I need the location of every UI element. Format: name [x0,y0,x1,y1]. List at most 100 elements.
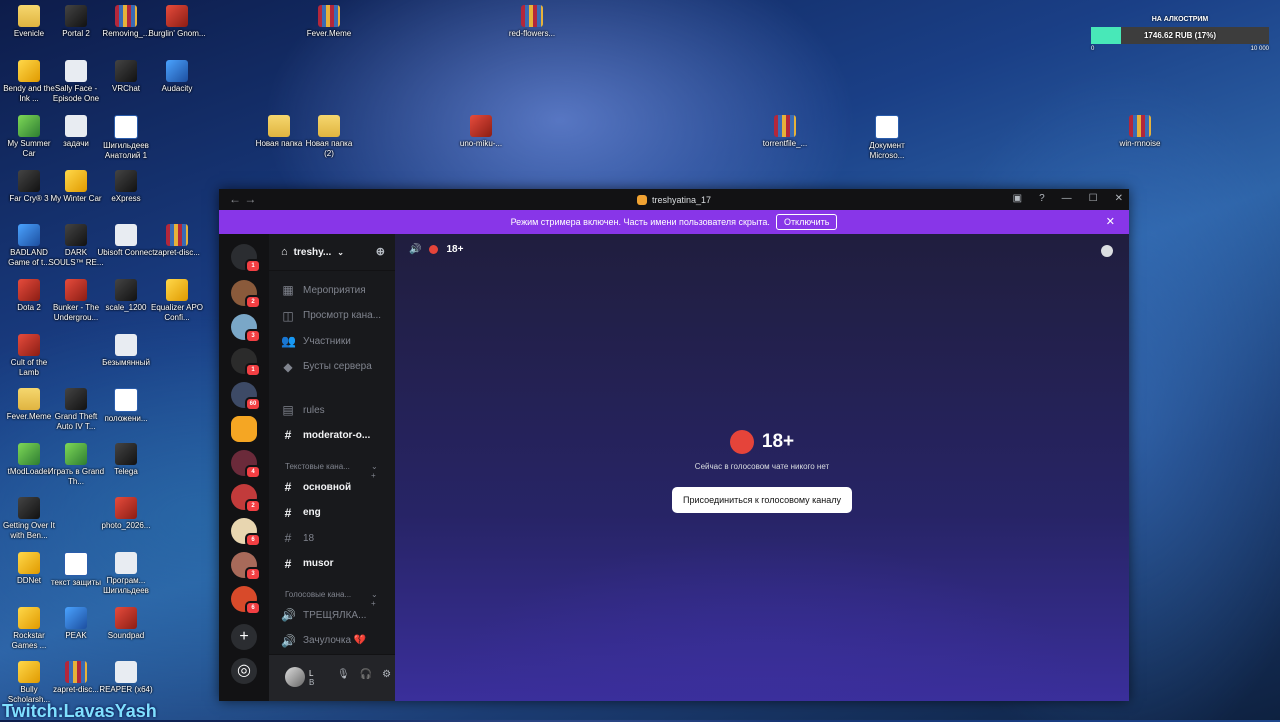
discord-home-icon[interactable]: 1 [231,244,261,273]
guild-header[interactable]: ⌂ treshy... ⌄ ⊕ [269,234,395,271]
desktop-icon-label: Soundpad [107,631,145,640]
server-icon[interactable]: 3 [231,552,261,581]
desktop-icon-label: photo_2026... [101,521,151,530]
channel-item[interactable]: # eng [281,506,321,520]
desktop-icon[interactable]: eXpress [97,170,155,204]
desktop-icon-label: Removing_... [102,29,150,38]
add-channel-icon[interactable]: ⌄ + [371,590,378,608]
desktop-icon-label: Програм... Шигильдеев [103,576,149,595]
help-icon[interactable]: ? [1039,193,1045,204]
menu-item[interactable]: ◫ Просмотр кана... [281,309,381,323]
app-icon [318,115,340,137]
server-icon[interactable]: 2 [231,484,261,513]
app-icon [65,115,87,137]
server-icon[interactable]: 1 [231,348,261,377]
app-icon [18,224,40,246]
desktop-icon[interactable]: положени... [97,388,155,424]
chat-icon[interactable] [1101,245,1113,257]
channel-item[interactable]: # основной [281,480,351,494]
desktop-icon[interactable]: photo_2026... [97,497,155,531]
maximize-button[interactable]: ☐ [1089,193,1098,204]
menu-item[interactable]: ◆ Бусты сервера [281,360,371,374]
app-icon [115,224,137,246]
app-icon [18,497,40,519]
desktop-icon[interactable]: Ubisoft Connect [97,224,155,258]
desktop-icon[interactable]: scale_1200 [97,279,155,313]
desktop-icon[interactable]: Новая папка (2) [300,115,358,159]
add-channel-icon[interactable]: ⌄ + [371,462,378,480]
desktop-icon[interactable]: Програм... Шигильдеев [97,552,155,596]
desktop-icon[interactable]: uno-miku-... [452,115,510,149]
desktop-icon[interactable]: Equalizer APO Confi... [148,279,206,323]
invite-icon[interactable]: ⊕ [376,245,385,258]
voice-channel-item[interactable]: 🔊 ТРЕЩЯЛКА... [281,608,366,622]
desktop-icon[interactable]: Getting Over It with Ben... [0,497,58,541]
add-server-button[interactable]: + [231,624,257,650]
app-icon [115,60,137,82]
app-icon [18,115,40,137]
desktop-icon[interactable]: Безымянный [97,334,155,368]
channel-rules[interactable]: ▤ rules [281,403,324,417]
join-voice-button[interactable]: Присоединиться к голосовому каналу [671,487,852,513]
desktop-icon[interactable]: Cult of the Lamb [0,334,58,378]
desktop-icon[interactable]: zapret-disc... [148,224,206,258]
app-icon [18,388,40,410]
channel-item[interactable]: #18 [281,531,314,545]
desktop-icon[interactable]: red-flowers... [503,5,561,39]
unread-badge: 60 [245,397,261,411]
desktop-icon[interactable]: Fever.Meme [300,5,358,39]
desktop-icon-label: VRChat [111,84,140,93]
channel-title: 18+ [446,244,464,255]
server-icon[interactable]: 3 [231,314,261,343]
avatar[interactable] [285,667,305,687]
title-bar: ← → treshyatina_17 ▣ ? — ☐ ✕ [219,189,1129,210]
unread-badge: 2 [245,295,261,309]
desktop-icon[interactable]: win-rnnoise [1111,115,1169,149]
category-text-channels[interactable]: Текстовые кана... ⌄ + [285,462,378,480]
desktop-icon-label: Telega [114,467,138,476]
app-icon [65,279,87,301]
menu-item[interactable]: 👥 Участники [281,334,351,348]
menu-item[interactable]: ▦ Мероприятия [281,283,365,297]
channel-emoji-icon [429,245,439,254]
category-label: Текстовые кана... [285,462,350,471]
app-icon [166,224,188,246]
rules-icon: ▤ [282,403,294,417]
channel-item[interactable]: # moderator-o... [281,428,371,442]
desktop-icon[interactable]: Removing_... [97,5,155,39]
channel-label: musor [303,558,334,569]
server-icon[interactable] [231,416,257,442]
voice-channel-name: 18+ [761,431,795,452]
headphones-icon[interactable]: 🎧 [360,669,372,680]
close-icon[interactable]: ✕ [1106,215,1115,228]
category-voice-channels[interactable]: Голосовые кана... ⌄ + [285,590,378,608]
voice-channel-view: 🔊 18+ 18+ Сейчас в голосовом чате никого… [395,234,1129,701]
discover-icon[interactable]: ◎ [231,658,257,684]
server-icon[interactable]: 6 [231,586,261,615]
desktop-icon[interactable]: Soundpad [97,607,155,641]
desktop-icon[interactable]: Burglin' Gnom... [148,5,206,39]
server-icon[interactable]: 2 [231,280,261,309]
disable-streamer-mode-button[interactable]: Отключить [775,214,838,230]
banner-text: Режим стримера включен. Часть имени поль… [510,217,770,227]
server-icon[interactable]: 4 [231,450,261,479]
inbox-icon[interactable]: ▣ [1013,193,1022,204]
back-forward-icon[interactable]: ← → [229,192,256,206]
microphone-icon[interactable]: 🎙 [337,669,350,680]
app-icon [115,552,137,574]
server-icon[interactable]: 6 [231,518,261,547]
server-icon[interactable]: 60 [231,382,261,411]
desktop-icon[interactable]: Audacity [148,60,206,94]
gear-icon[interactable]: ⚙ [382,669,391,680]
desktop-icon[interactable]: Telega [97,443,155,477]
desktop-icon[interactable]: VRChat [97,60,155,94]
channel-item[interactable]: # musor [281,557,334,571]
close-button[interactable]: ✕ [1115,193,1123,204]
minimize-button[interactable]: — [1062,193,1072,204]
desktop-icon[interactable]: Шигильдеев Анатолий 1 [97,115,155,161]
desktop-icon[interactable]: Документ Microso... [858,115,916,161]
desktop-icon[interactable]: torrentfile_... [756,115,814,149]
app-icon [65,60,87,82]
voice-channel-item[interactable]: 🔊 Зачулочка 💔 [281,634,366,648]
desktop-icon[interactable]: REAPER (x64) [97,661,155,695]
